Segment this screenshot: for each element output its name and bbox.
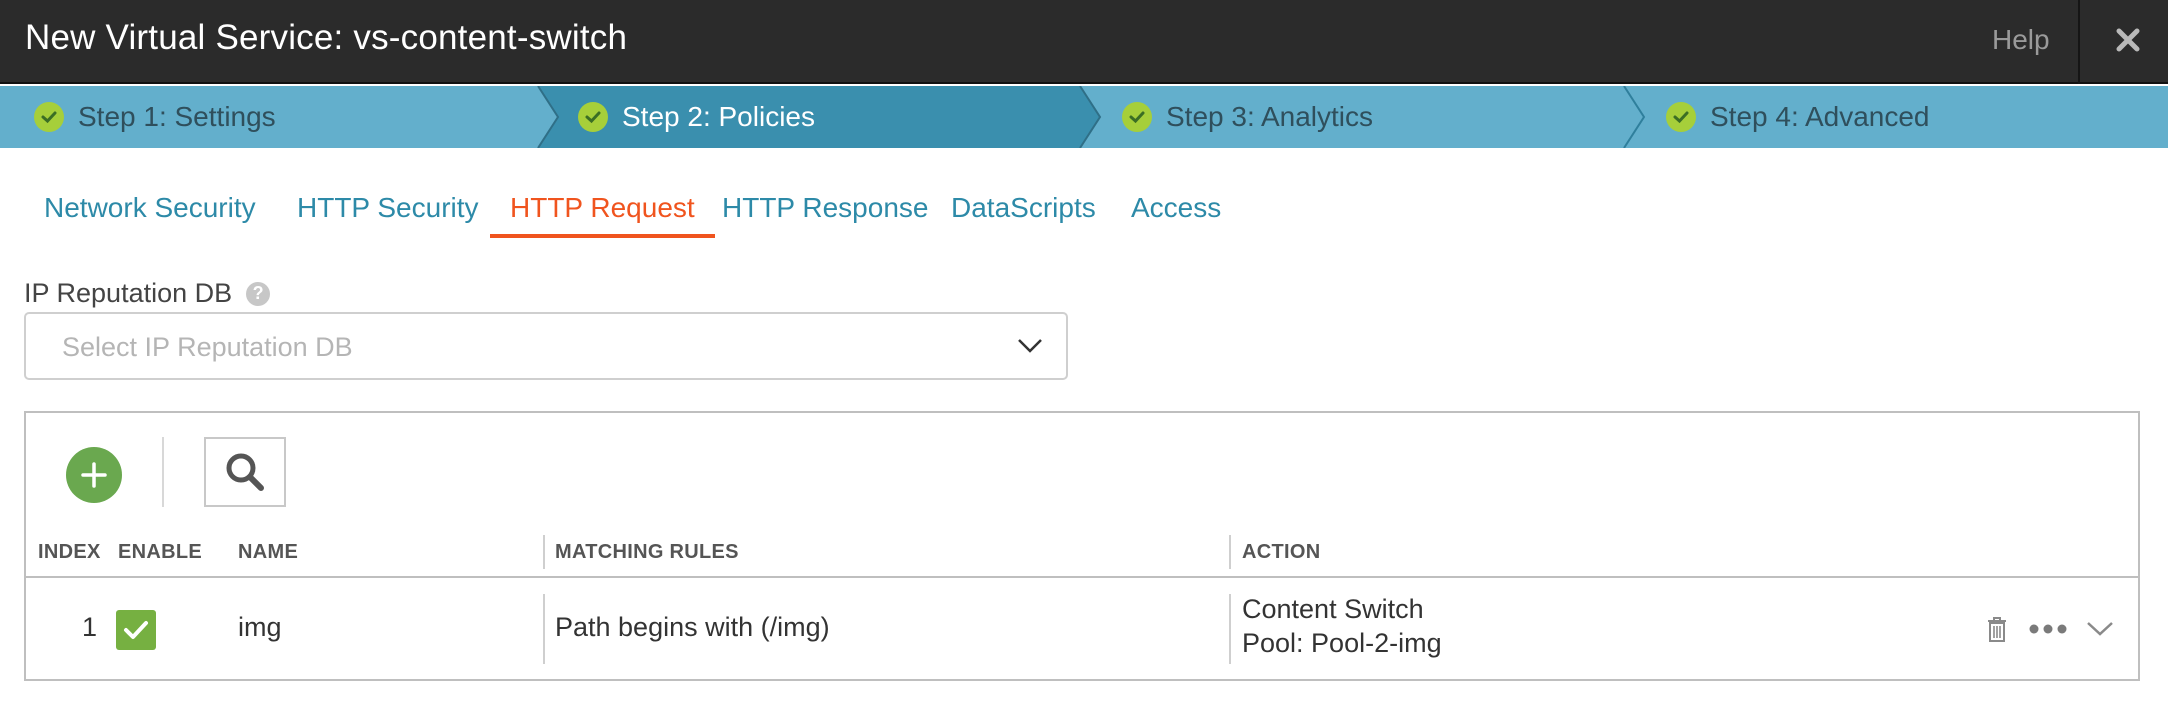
question-circle-icon[interactable]: ?	[246, 281, 271, 306]
close-icon[interactable]	[2112, 20, 2144, 60]
ip-reputation-label: IP Reputation DB ?	[24, 278, 271, 309]
row-index: 1	[82, 612, 98, 642]
column-divider	[543, 594, 545, 664]
checkmark-icon	[124, 621, 148, 639]
ip-reputation-select[interactable]: Select IP Reputation DB	[24, 312, 1068, 380]
tab-access[interactable]: Access	[1111, 180, 1241, 238]
modal-header: New Virtual Service: vs-content-switch H…	[0, 0, 2168, 84]
toolbar-divider	[162, 437, 164, 507]
check-circle-icon	[1122, 102, 1152, 132]
more-options-icon[interactable]	[2028, 616, 2068, 642]
enable-checkbox[interactable]	[116, 610, 156, 650]
column-header-index[interactable]: INDEX	[38, 541, 101, 564]
step-policies[interactable]: Step 2: Policies	[578, 86, 815, 148]
ip-reputation-label-text: IP Reputation DB	[24, 278, 233, 308]
select-placeholder: Select IP Reputation DB	[62, 332, 353, 362]
check-circle-icon	[34, 102, 64, 132]
column-divider	[543, 535, 545, 569]
column-header-enable[interactable]: ENABLE	[118, 541, 202, 564]
help-link[interactable]: Help	[1992, 24, 2050, 56]
check-circle-icon	[578, 102, 608, 132]
expand-chevron-icon[interactable]	[2082, 614, 2118, 644]
step-settings[interactable]: Step 1: Settings	[34, 86, 276, 148]
trash-icon[interactable]	[1980, 612, 2014, 646]
table-row[interactable]: 1 img Path begins with (/img) Content Sw…	[26, 578, 2138, 679]
row-matching-rules: Path begins with (/img)	[555, 612, 830, 642]
tab-datascripts[interactable]: DataScripts	[931, 180, 1116, 238]
step-label: Step 3: Analytics	[1166, 101, 1374, 132]
column-header-matching-rules[interactable]: MATCHING RULES	[555, 541, 739, 564]
step-label: Step 4: Advanced	[1710, 101, 1930, 132]
rules-table-panel: INDEX ENABLE NAME MATCHING RULES ACTION …	[24, 411, 2140, 681]
tab-http-response[interactable]: HTTP Response	[702, 180, 948, 238]
header-divider	[2078, 0, 2080, 84]
step-label: Step 2: Policies	[622, 101, 815, 132]
row-name: img	[238, 612, 282, 642]
step-label: Step 1: Settings	[78, 101, 276, 132]
tab-http-security[interactable]: HTTP Security	[277, 180, 499, 238]
tab-network-security[interactable]: Network Security	[24, 180, 276, 238]
search-icon	[226, 453, 264, 491]
check-circle-icon	[1666, 102, 1696, 132]
column-divider	[1229, 594, 1231, 664]
chevron-down-icon	[1016, 336, 1044, 361]
row-action-pool: Pool: Pool-2-img	[1242, 628, 1442, 658]
add-rule-button[interactable]	[66, 447, 122, 503]
column-divider	[1229, 535, 1231, 569]
column-header-name[interactable]: NAME	[238, 541, 298, 564]
tab-http-request[interactable]: HTTP Request	[490, 180, 715, 238]
modal-title: New Virtual Service: vs-content-switch	[25, 18, 628, 57]
step-analytics[interactable]: Step 3: Analytics	[1122, 86, 1373, 148]
column-header-action[interactable]: ACTION	[1242, 541, 1320, 564]
plus-icon	[81, 462, 107, 488]
wizard-steps: Step 1: Settings Step 2: Policies Step 3…	[0, 86, 2168, 148]
step-advanced[interactable]: Step 4: Advanced	[1666, 86, 1930, 148]
search-button[interactable]	[204, 437, 286, 507]
row-action-type: Content Switch	[1242, 594, 1424, 624]
